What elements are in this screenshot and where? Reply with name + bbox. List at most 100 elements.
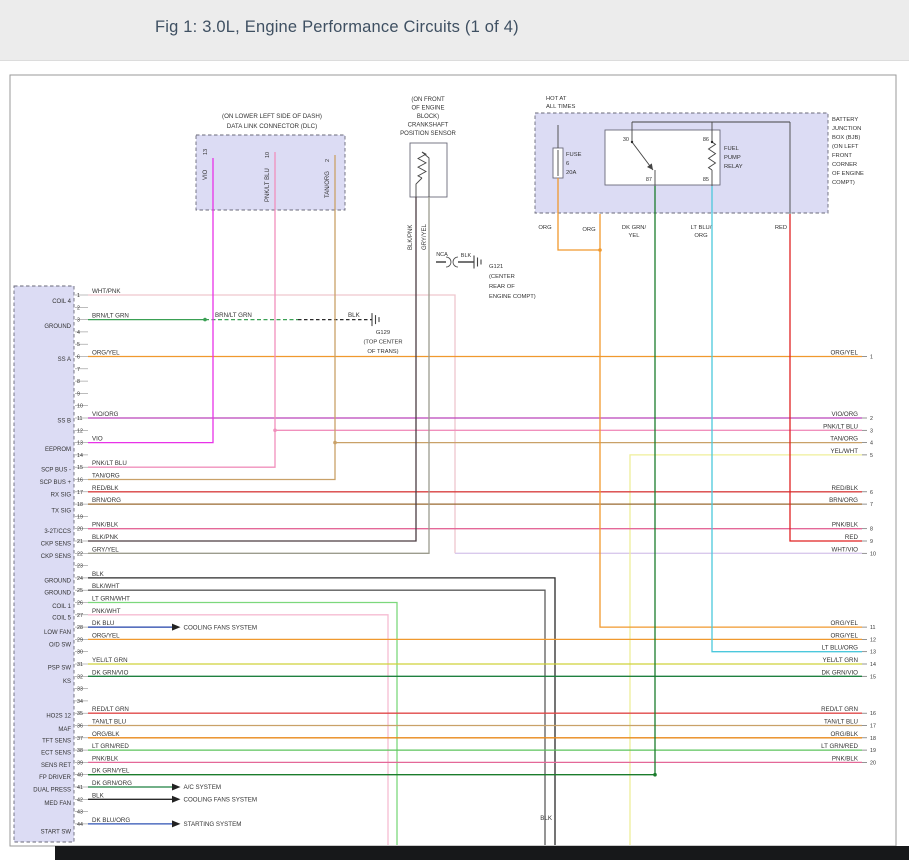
pin-number: 2 (77, 305, 80, 311)
wire-label: BRN/LT GRN (215, 312, 252, 319)
pin-number: 5 (77, 342, 80, 348)
relay-pin-30: 30 (623, 137, 629, 143)
wire-label: BLK (92, 792, 105, 799)
pin-number: 27 (77, 613, 83, 619)
pin-number: 32 (77, 674, 83, 680)
junction-dot (273, 429, 277, 433)
pin-name: MED FAN (44, 801, 71, 807)
pin-name: SS B (57, 418, 71, 424)
pin-name: MAF (58, 727, 71, 733)
exit-number: 10 (870, 551, 876, 557)
wire-label: VIO/ORG (92, 411, 119, 418)
wire-label: BRN/ORG (92, 497, 121, 504)
exit-number: 3 (870, 428, 873, 434)
exit-number: 4 (870, 441, 873, 447)
pin-number: 26 (77, 601, 83, 607)
system-link-label: COOLING FANS SYSTEM (184, 624, 258, 631)
wire-label: WHT/PNK (92, 288, 121, 295)
g121-caption: G121 (489, 264, 503, 270)
pin-name: START SW (41, 829, 72, 835)
pin-number: 30 (77, 650, 83, 656)
wire-label: ORG/YEL (830, 632, 858, 639)
pin-number: 34 (77, 699, 83, 705)
exit-number: 20 (870, 760, 876, 766)
wire-label: DK BLU/ORG (92, 817, 130, 824)
pin-number: 25 (77, 588, 83, 594)
pin-name: GROUND (44, 578, 71, 584)
relay-label: RELAY (724, 164, 743, 170)
pin-number: 3 (77, 318, 80, 324)
g121-caption: ENGINE COMPT) (489, 294, 536, 300)
wire-label: RED/LT GRN (821, 706, 858, 713)
g121-caption: REAR OF (489, 284, 515, 290)
exit-number: 1 (870, 355, 873, 361)
wire-label: RED/BLK (832, 485, 859, 492)
pin-number: 4 (77, 330, 80, 336)
wire-label: PNK/LT BLU (92, 460, 127, 467)
wire-label: DK GRN/ (622, 225, 647, 231)
wire-label: ORG/YEL (92, 632, 120, 639)
junction-dot (653, 773, 657, 777)
exit-number: 6 (870, 490, 873, 496)
g129-caption: OF TRANS) (367, 349, 398, 355)
relay-pin-85: 85 (703, 177, 709, 183)
dlc-wire-label: TAN/ORG (325, 171, 331, 198)
wire-label: BLK/PNK (92, 534, 119, 541)
pin-name: HO2S 12 (46, 714, 71, 720)
pin-number: 37 (77, 736, 83, 742)
ckp-caption: OF ENGINE (411, 106, 444, 112)
pin-number: 35 (77, 711, 83, 717)
relay-label: PUMP (724, 155, 741, 161)
wire-label: VIO/ORG (832, 411, 859, 418)
pin-name: LOW FAN (44, 630, 71, 636)
hot-at-all-times: HOT AT (546, 96, 567, 102)
ckp-wire-label: BLK/PNK (408, 225, 414, 250)
wire-label: BLK/WHT (92, 583, 120, 590)
pin-name: FP DRIVER (39, 775, 72, 781)
wire-label: ORG (694, 233, 708, 239)
hot-at-all-times: ALL TIMES (546, 104, 575, 110)
ckp-caption: BLOCK) (417, 114, 439, 120)
pin-name: TX SIG (51, 508, 71, 514)
pin-name: GROUND (44, 324, 71, 330)
exit-number: 5 (870, 453, 873, 459)
pin-number: 24 (77, 576, 83, 582)
pin-number: 43 (77, 810, 83, 816)
pin-name: SCP BUS + (40, 480, 72, 486)
bjb-caption: JUNCTION (832, 126, 861, 132)
exit-number: 15 (870, 674, 876, 680)
bjb-caption: CORNER (832, 162, 857, 168)
pin-number: 33 (77, 687, 83, 693)
junction-dot (333, 441, 337, 445)
junction-dot (203, 318, 207, 322)
pin-number: 14 (77, 453, 83, 459)
system-link-label: STARTING SYSTEM (184, 821, 242, 828)
pin-number: 22 (77, 551, 83, 557)
pcm-connector-box (14, 286, 74, 842)
fuse-label: FUSE (566, 152, 582, 158)
pin-number: 6 (77, 355, 80, 361)
pin-number: 29 (77, 637, 83, 643)
pin-number: 39 (77, 760, 83, 766)
figure-header: Fig 1: 3.0L, Engine Performance Circuits… (0, 0, 909, 61)
pin-number: 36 (77, 724, 83, 730)
dlc-pin-number: 10 (265, 152, 271, 158)
pin-name: SS A (58, 357, 71, 363)
pin-number: 9 (77, 391, 80, 397)
wire-label: DK GRN/YEL (92, 768, 130, 775)
pin-name: RX SIG (51, 492, 72, 498)
exit-number: 18 (870, 736, 876, 742)
wire-label: YEL/WHT (830, 448, 858, 455)
relay-label: FUEL (724, 146, 740, 152)
pin-number: 8 (77, 379, 80, 385)
pin-number: 10 (77, 404, 83, 410)
fuse-label: 6 (566, 161, 569, 167)
pin-number: 18 (77, 502, 83, 508)
pin-name: COIL 5 (52, 615, 71, 621)
wire-label: TAN/LT BLU (92, 719, 126, 726)
pin-name: ECT SENS (41, 751, 71, 757)
pin-number: 13 (77, 441, 83, 447)
bjb-caption: BATTERY (832, 117, 858, 123)
pin-number: 28 (77, 625, 83, 631)
fuse-label: 20A (566, 170, 576, 176)
